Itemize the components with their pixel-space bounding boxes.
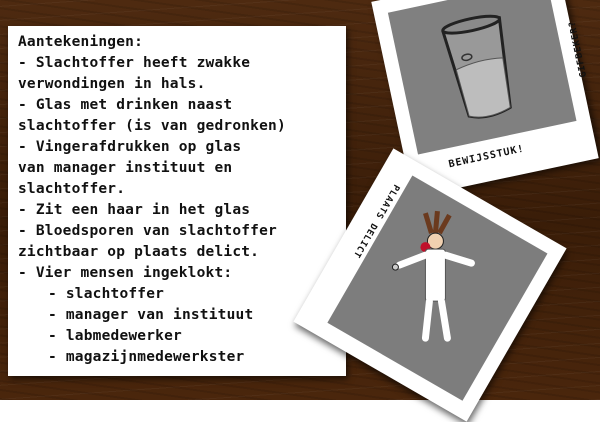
note-line: - Glas met drinken naast	[18, 97, 233, 113]
note-line: slachtoffer (is van gedronken)	[18, 118, 286, 134]
note-line: zichtbaar op plaats delict.	[18, 244, 260, 260]
note-line-person: - slachtoffer	[48, 286, 165, 302]
note-line-person: - labmedewerker	[48, 328, 182, 344]
note-line: slachtoffer.	[18, 181, 126, 197]
note-line: - Bloedsporen van slachtoffer	[18, 223, 277, 239]
note-line-person: - manager van instituut	[48, 307, 254, 323]
drinking-glass-icon	[441, 14, 512, 119]
notes-title: Aantekeningen:	[18, 34, 144, 50]
note-line-person: - magazijnmedewerkster	[48, 349, 245, 365]
note-line: - Zit een haar in het glas	[18, 202, 251, 218]
note-line: - Vingerafdrukken op glas	[18, 139, 242, 155]
evidence-caption: BEWIJSSTUK!	[447, 143, 526, 171]
notes-paper: Aantekeningen: - Slachtoffer heeft zwakk…	[8, 26, 346, 376]
note-line: - Vier mensen ingeklokt:	[18, 265, 233, 281]
note-line: - Slachtoffer heeft zwakke	[18, 55, 251, 71]
evidence-photo	[387, 0, 577, 155]
note-line: van manager instituut en	[18, 160, 233, 176]
note-line: verwondingen in hals.	[18, 76, 206, 92]
